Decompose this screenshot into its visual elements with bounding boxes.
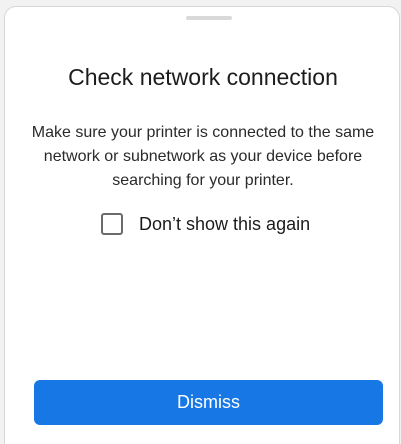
drag-handle[interactable] <box>186 16 232 20</box>
dialog-title: Check network connection <box>68 64 338 90</box>
dismiss-button[interactable]: Dismiss <box>34 380 383 425</box>
dialog-message: Make sure your printer is connected to t… <box>31 124 375 189</box>
dont-show-again-label[interactable]: Don’t show this again <box>139 214 310 235</box>
bottom-sheet-dialog: Check network connection Make sure your … <box>4 6 400 444</box>
dont-show-again-checkbox[interactable] <box>101 213 123 235</box>
dont-show-again-option[interactable]: Don’t show this again <box>101 211 310 237</box>
